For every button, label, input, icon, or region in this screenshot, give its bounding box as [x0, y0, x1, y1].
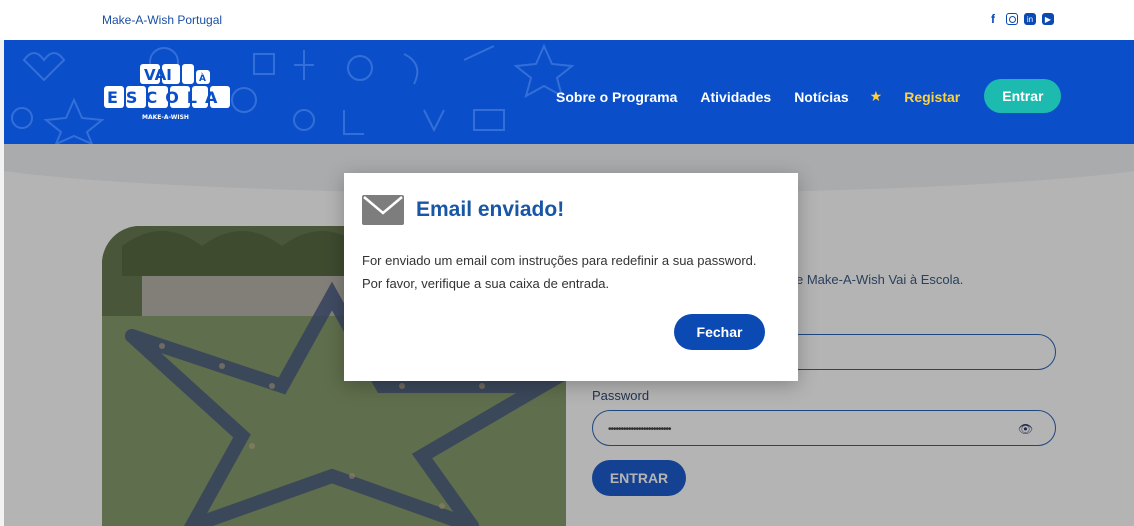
nav-activities[interactable]: Atividades	[700, 89, 771, 105]
social-links: f in ▶	[986, 12, 1054, 26]
modal-title-row: Email enviado!	[362, 195, 564, 225]
main-nav: Sobre o Programa Atividades Notícias ★ R…	[556, 79, 1062, 113]
youtube-icon[interactable]: ▶	[1042, 13, 1054, 25]
close-button[interactable]: Fechar	[674, 314, 765, 350]
nav-register[interactable]: Registar	[904, 89, 960, 105]
logo-word-escola: ESCOLA	[107, 88, 225, 107]
doodle-background	[11, 43, 575, 144]
star-icon: ★	[869, 88, 883, 104]
top-bar: Make-A-Wish Portugal f in ▶	[0, 0, 1134, 40]
nav-news[interactable]: Notícias	[794, 89, 848, 105]
logo-tagline: MAKE-A-WISH	[142, 114, 189, 121]
vai-a-escola-logo[interactable]: VAI ESCOLA À MAKE-A-WISH	[100, 62, 250, 122]
linkedin-icon[interactable]: in	[1024, 13, 1036, 25]
nav-about[interactable]: Sobre o Programa	[556, 89, 677, 105]
modal-title: Email enviado!	[416, 198, 565, 221]
logo-letter-a: À	[199, 72, 206, 84]
brand-link[interactable]: Make-A-Wish Portugal	[102, 13, 222, 27]
logo-letter-v: VAI	[144, 66, 172, 84]
enter-button[interactable]: Entrar	[984, 79, 1062, 113]
site-header: VAI ESCOLA À MAKE-A-WISH Sobre o Program…	[4, 40, 1134, 144]
facebook-icon[interactable]: f	[986, 12, 1000, 26]
envelope-icon	[362, 195, 404, 225]
email-sent-modal: Email enviado! For enviado um email com …	[344, 173, 798, 381]
instagram-icon[interactable]	[1006, 13, 1018, 25]
modal-message: For enviado um email com instruções para…	[362, 253, 757, 291]
